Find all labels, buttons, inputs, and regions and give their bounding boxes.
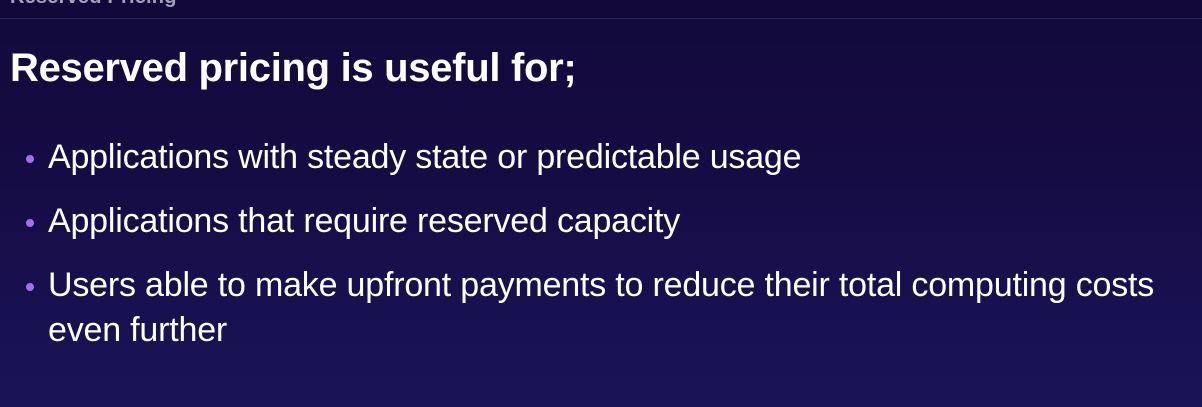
bullet-list: Applications with steady state or predic… [26, 135, 1191, 372]
slide-heading: Reserved pricing is useful for; [10, 46, 577, 90]
bullet-item: Applications that require reserved capac… [26, 199, 1191, 244]
bullet-dot-icon [26, 283, 34, 291]
previous-slide-title-cut: Reserved Pricing [10, 0, 177, 9]
bullet-item: Users able to make upfront payments to r… [26, 263, 1191, 353]
bullet-item: Applications with steady state or predic… [26, 135, 1191, 180]
bullet-text: Applications that require reserved capac… [48, 202, 681, 240]
bullet-text: Applications with steady state or predic… [48, 138, 802, 176]
top-divider [0, 18, 1202, 19]
bullet-dot-icon [26, 155, 34, 163]
bullet-dot-icon [26, 219, 34, 227]
bullet-text: Users able to make upfront payments to r… [48, 266, 1155, 349]
